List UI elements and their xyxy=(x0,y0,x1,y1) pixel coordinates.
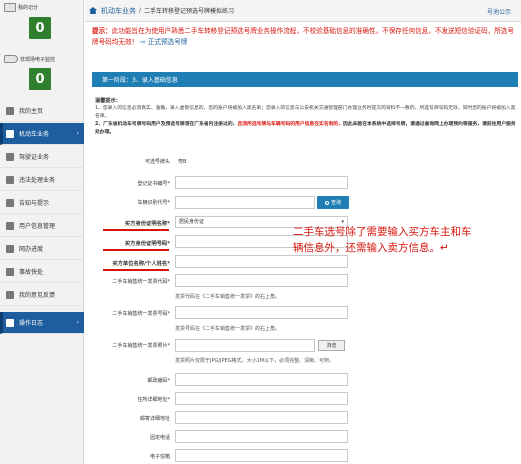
home-icon xyxy=(89,7,97,14)
mail-address-input[interactable] xyxy=(175,411,348,424)
link-icon: ⇨ xyxy=(140,37,146,46)
vin-label: 车辆识别代号* xyxy=(137,200,170,206)
sidebar-item-license[interactable]: 驾驶证业务 xyxy=(0,146,84,168)
sidebar-item-label: 网办进度 xyxy=(19,246,44,253)
browse-button[interactable]: 浏览 xyxy=(318,340,345,351)
buyer-name-input[interactable] xyxy=(175,255,348,268)
buyer-id-number-label: 买方身份证明号码* xyxy=(124,241,170,247)
home-icon xyxy=(6,106,14,115)
buyer-id-type-label: 买方身份证明名称* xyxy=(124,221,170,227)
scorecard-icon xyxy=(4,3,16,12)
postal-code-label: 邮政编码* xyxy=(147,378,170,384)
sidebar-item-feedback[interactable]: 我的意见反馈 xyxy=(0,284,84,306)
sidebar-item-label: 我的主页 xyxy=(19,108,44,115)
progress-icon xyxy=(6,244,14,253)
reminder-line-2-number: 2、 xyxy=(95,122,104,127)
reminder-line-2-bold: 广东省机动车号牌号码用户及预选号牌须在广东省内注册过的， xyxy=(103,122,238,127)
chevron-right-icon: › xyxy=(76,319,79,326)
score-value[interactable]: 0 xyxy=(29,17,51,39)
buyer-id-type-value: 居民身份证 xyxy=(179,219,205,225)
sidebar-item-violation[interactable]: 违法处理业务 xyxy=(0,169,84,191)
accident-icon xyxy=(6,267,14,276)
license-icon xyxy=(6,152,14,161)
cert-label: 登记证书编号* xyxy=(137,181,170,187)
highlight-underline xyxy=(103,229,169,231)
invoice-number-hint: 发票号码在《二手车销售统一发票》的右上角。 xyxy=(175,326,281,332)
address-label: 住所详细地址* xyxy=(137,397,170,403)
search-icon xyxy=(324,200,329,205)
invoice-number-input[interactable] xyxy=(175,306,348,319)
sidebar-item-home[interactable]: 我的主页 xyxy=(0,100,84,122)
buyer-name-label: 买方单位名称/个人姓名* xyxy=(112,261,170,267)
sidebar-item-vehicle[interactable]: 机动车业务 › xyxy=(0,123,84,145)
query-button[interactable]: 查询 xyxy=(317,196,349,209)
score-widget[interactable]: 我的记分 0 xyxy=(0,0,83,52)
phone-input[interactable] xyxy=(175,430,348,443)
stage-header: 第一阶段：3、录入基础信息 xyxy=(92,72,518,87)
invoice-code-input[interactable] xyxy=(175,274,348,287)
phone-label: 固定电话 xyxy=(149,435,170,441)
reminder-line-2: 2、广东省机动车号牌号码用户及预选号牌须在广东省内注册过的，且须所选号牌与车辆号… xyxy=(95,121,517,137)
reminder-line-2-red: 且须所选号牌与车辆号码的用户信息在实名制的， xyxy=(237,122,344,127)
sidebar-item-user[interactable]: 用户信息管理 xyxy=(0,215,84,237)
highlight-underline xyxy=(103,249,169,251)
breadcrumb-section[interactable]: 机动车业务 xyxy=(101,6,136,16)
tip-label: 提示： xyxy=(92,27,112,35)
email-label: 电子信箱 xyxy=(149,454,170,460)
breadcrumb-separator: / xyxy=(139,7,142,14)
sidebar: 我的记分 0 非现场电子监控 0 我的主页 机动车业务 › 驾驶证业务 违法处理… xyxy=(0,0,84,464)
cert-number-input[interactable] xyxy=(175,176,348,189)
query-button-label: 查询 xyxy=(330,200,341,206)
mail-address-label: 邮寄详细地址 xyxy=(139,416,170,422)
invoice-photo-path[interactable] xyxy=(175,339,315,352)
camera-value[interactable]: 0 xyxy=(29,68,51,90)
official-selection-link[interactable]: 正式预选号牌 xyxy=(148,38,188,46)
feedback-icon xyxy=(6,290,14,299)
invoice-photo-hint: 发票照片仅限于JPG/JPEG格式，大小1M以下，必须完整、清晰、可辨。 xyxy=(175,358,335,364)
reminder-line-1: 1、您录入的信息必须真实、准确，录入虚假信息的，您的账户将被加入黑名单；您录入的… xyxy=(95,106,516,119)
breadcrumb-page: 二手车转移登记预选号牌模拟练习 xyxy=(144,8,235,15)
sidebar-item-progress[interactable]: 网办进度 xyxy=(0,238,84,260)
camera-icon xyxy=(4,55,18,63)
invoice-code-label: 二手车销售统一发票代码* xyxy=(112,279,170,285)
violation-icon xyxy=(6,175,14,184)
chevron-right-icon: › xyxy=(76,130,79,137)
sidebar-item-label: 告知与提示 xyxy=(19,200,50,207)
sidebar-item-label: 用户信息管理 xyxy=(19,223,56,230)
email-input[interactable] xyxy=(175,449,348,462)
sidebar-item-label: 操作日志 xyxy=(19,320,44,327)
address-input[interactable] xyxy=(175,392,348,405)
highlight-underline xyxy=(103,269,169,271)
sidebar-item-notice[interactable]: 告知与提示 xyxy=(0,192,84,214)
reminder-box: 温馨提示： 1、您录入的信息必须真实、准确，录入虚假信息的，您的账户将被加入黑名… xyxy=(95,97,517,137)
camera-widget-title: 非现场电子监控 xyxy=(20,56,56,63)
sidebar-item-label: 机动车业务 xyxy=(19,131,50,138)
invoice-code-hint: 发票代码在《二手车销售统一发票》的右上角。 xyxy=(175,294,281,300)
sidebar-item-log[interactable]: 操作日志 › xyxy=(0,312,84,334)
camera-widget[interactable]: 非现场电子监控 0 xyxy=(0,52,83,104)
car-icon xyxy=(6,129,14,138)
postal-code-input[interactable] xyxy=(175,373,348,386)
bell-icon xyxy=(6,198,14,207)
breadcrumb: 机动车业务 / 二手车转移登记预选号牌模拟练习 号池公示 xyxy=(85,0,521,22)
user-icon xyxy=(6,221,14,230)
sidebar-item-label: 驾驶证业务 xyxy=(19,154,50,161)
annotation-note: 二手车选号除了需要输入买方车主和车辆信息外，还需输入卖方信息。↵ xyxy=(293,226,472,254)
sidebar-item-label: 违法处理业务 xyxy=(19,177,56,184)
log-icon xyxy=(6,318,14,327)
sidebar-item-accident[interactable]: 事故快处 xyxy=(0,261,84,283)
score-widget-title: 我的记分 xyxy=(18,5,39,11)
reminder-title: 温馨提示： xyxy=(95,98,121,104)
province-label: 可选号牌头 xyxy=(144,159,170,165)
plate-pool-notice-link[interactable]: 号池公示 xyxy=(487,7,511,16)
sidebar-item-label: 事故快处 xyxy=(19,269,44,276)
sidebar-item-label: 我的意见反馈 xyxy=(19,292,56,299)
invoice-photo-label: 二手车销售统一发票照片* xyxy=(112,343,170,349)
practice-warning: 提示：此功能旨在为使用户熟悉二手车转移登记预选号牌业务操作流程，不校验基础信息的… xyxy=(92,26,518,47)
vin-input[interactable] xyxy=(175,196,315,209)
province-value: 粤B xyxy=(178,159,187,165)
invoice-number-label: 二手车销售统一发票号码* xyxy=(112,311,170,317)
